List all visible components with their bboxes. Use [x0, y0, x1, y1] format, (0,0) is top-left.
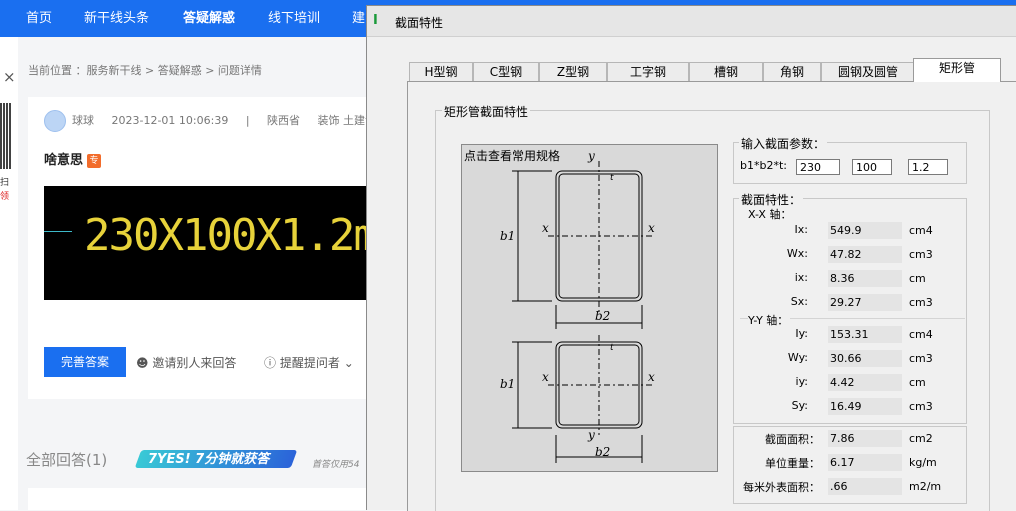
nav-home[interactable]: 首页	[26, 0, 52, 37]
tab-c-steel[interactable]: C型钢	[473, 62, 539, 81]
iy-radius-value: 4.42	[828, 374, 902, 391]
tab-angle[interactable]: 角钢	[763, 62, 821, 81]
info-icon: ⓘ	[264, 356, 277, 370]
y-axis-label-bottom: y	[588, 428, 595, 442]
iy-value: 153.31	[828, 326, 902, 343]
tab-i-beam[interactable]: 工字钢	[607, 62, 689, 81]
y-axis-label-top: y	[588, 149, 595, 163]
banner-text: 7YES! 7分钟就获答	[148, 452, 270, 467]
yes-banner[interactable]: 7YES! 7分钟就获答	[134, 446, 298, 470]
chevron-down-icon: ⌄	[343, 356, 354, 370]
sy-label: Sy:	[791, 399, 808, 412]
section-diagram	[512, 161, 652, 463]
t-label-bottom: t	[610, 343, 614, 353]
area-unit: cm2	[909, 432, 933, 445]
wx-value: 47.82	[828, 246, 902, 263]
x-axis-label-right: x	[648, 221, 655, 235]
breadcrumb: 当前位置 ：服务新干线 > 答疑解惑 > 问题详情	[28, 64, 262, 77]
remind-asker-link[interactable]: ⓘ 提醒提问者 ⌄	[264, 354, 354, 371]
question-image[interactable]: 230X100X1.2mm	[44, 186, 368, 300]
tab-h-steel[interactable]: H型钢	[409, 62, 473, 81]
group-title: 矩形管截面特性	[442, 103, 531, 120]
unit-weight-label: 单位重量：	[765, 457, 820, 470]
window-title: 截面特性	[395, 16, 444, 30]
b2-label-bottom: b2	[595, 445, 611, 459]
ix-radius-value: 8.36	[828, 270, 902, 287]
wx-unit: cm3	[909, 248, 933, 261]
area-label: 截面面积：	[765, 433, 820, 446]
sy-value: 16.49	[828, 398, 902, 415]
qr-code-image	[0, 103, 11, 169]
username[interactable]: 球球	[72, 114, 94, 127]
t-label-top: t	[610, 173, 614, 183]
section-drawing[interactable]: 点击查看常用规格 y x x b1 b2 t x x b1 y b2 t	[461, 144, 718, 472]
iy-unit: cm4	[909, 328, 933, 341]
cad-dimension-text: 230X100X1.2mm	[84, 210, 368, 261]
t-input[interactable]: 1.2	[908, 159, 948, 175]
tab-z-steel[interactable]: Z型钢	[539, 62, 607, 81]
window-titlebar[interactable]: I 截面特性	[367, 6, 1016, 37]
wx-label: Wx:	[786, 247, 808, 260]
tab-channel[interactable]: 槽钢	[689, 62, 763, 81]
yy-axis-heading: Y-Y 轴：	[748, 312, 791, 328]
unit-weight-unit: kg/m	[909, 456, 937, 469]
expert-badge: 专	[87, 154, 102, 168]
post-datetime: 2023-12-01 10:06:39	[111, 114, 229, 127]
question-title: 啥意思专	[44, 149, 102, 168]
unit-weight-value: 6.17	[828, 454, 902, 471]
area-value: 7.86	[828, 430, 902, 447]
question-card: 球球 2023-12-01 10:06:39 | 陕西省 装饰 土建计量G 啥意…	[28, 97, 396, 399]
nav-more[interactable]: 建	[352, 0, 365, 37]
sx-unit: cm3	[909, 296, 933, 309]
invite-answer-link[interactable]: ☻ 邀请别人来回答	[136, 354, 236, 371]
x-axis-label-right-2: x	[648, 370, 655, 384]
nav-headlines[interactable]: 新干线头条	[84, 0, 149, 37]
app-icon: I	[373, 13, 378, 28]
close-icon[interactable]: ×	[3, 68, 16, 86]
b1-input[interactable]: 230	[796, 159, 840, 175]
meta-separator: |	[245, 114, 250, 127]
wy-value: 30.66	[828, 350, 902, 367]
all-answers-heading: 全部回答(1)	[26, 451, 108, 469]
input-label: b1*b2*t:	[740, 159, 787, 172]
iy-label: Iy:	[795, 327, 808, 340]
cad-line	[44, 231, 72, 232]
input-group-title: 输入截面参数：	[739, 135, 828, 152]
tab-rect-tube[interactable]: 矩形管	[913, 58, 1001, 82]
tab-round-tube[interactable]: 圆钢及圆管	[821, 62, 915, 81]
avatar[interactable]	[44, 110, 66, 132]
wy-label: Wy:	[787, 351, 808, 364]
surface-area-unit: m2/m	[909, 480, 942, 493]
ix-radius-unit: cm	[909, 272, 926, 285]
b2-input[interactable]: 100	[852, 159, 892, 175]
x-axis-label-left: x	[542, 221, 549, 235]
sy-unit: cm3	[909, 400, 933, 413]
wy-unit: cm3	[909, 352, 933, 365]
qr-caption: 扫领	[0, 178, 10, 202]
first-answer-note: 首答仅用54	[312, 460, 360, 470]
sx-label: Sx:	[790, 295, 808, 308]
iy-radius-unit: cm	[909, 376, 926, 389]
ix-radius-label: ix:	[794, 271, 808, 284]
surface-area-value: .66	[828, 478, 902, 495]
ix-unit: cm4	[909, 224, 933, 237]
b2-label-top: b2	[595, 309, 611, 323]
xx-axis-heading: X-X 轴：	[748, 208, 792, 221]
answer-card	[28, 488, 368, 510]
nav-offline-training[interactable]: 线下培训	[268, 0, 320, 37]
x-axis-label-left-2: x	[542, 370, 549, 384]
province: 陕西省	[267, 114, 301, 127]
iy-radius-label: iy:	[795, 375, 808, 388]
b1-label-top: b1	[500, 229, 516, 243]
question-meta: 球球 2023-12-01 10:06:39 | 陕西省 装饰 土建计量G	[72, 112, 410, 128]
sx-value: 29.27	[828, 294, 902, 311]
ix-value: 549.9	[828, 222, 902, 239]
nav-qa[interactable]: 答疑解惑	[183, 0, 235, 37]
improve-answer-button[interactable]: 完善答案	[44, 347, 126, 377]
b1-label-bottom: b1	[500, 377, 516, 391]
surface-area-label: 每米外表面积：	[743, 481, 820, 494]
ix-label: Ix:	[794, 223, 808, 236]
person-icon: ☻	[136, 356, 149, 370]
